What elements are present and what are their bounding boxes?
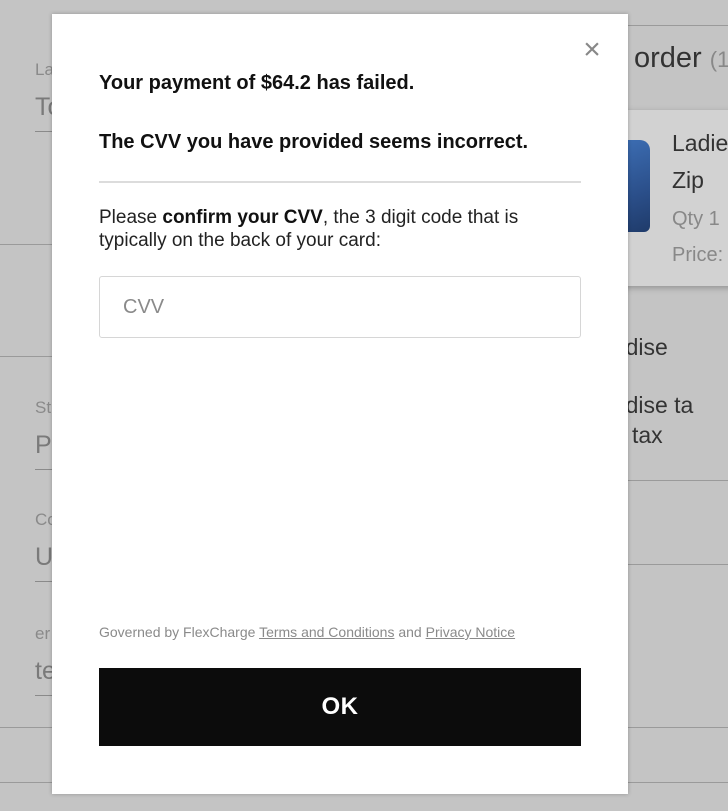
order-title-text: order xyxy=(634,42,702,74)
bg-divider xyxy=(0,782,52,783)
bg-field-value[interactable]: P xyxy=(35,431,52,460)
product-name: Ladie xyxy=(672,130,728,156)
cvv-instructions: Please confirm your CVV, the 3 digit cod… xyxy=(99,206,581,252)
product-name-continued: Zip xyxy=(672,167,704,193)
bg-divider xyxy=(628,782,728,783)
governed-prefix: Governed by FlexCharge xyxy=(99,624,256,640)
bg-divider xyxy=(628,564,728,565)
bg-divider xyxy=(628,727,728,728)
instructions-prefix: Please xyxy=(99,207,163,228)
governed-and: and xyxy=(398,624,422,640)
bg-divider xyxy=(628,480,728,481)
bg-divider xyxy=(0,356,52,357)
bg-divider xyxy=(628,25,728,26)
ok-button[interactable]: OK xyxy=(99,668,581,746)
cvv-input[interactable] xyxy=(99,276,581,338)
terms-link[interactable]: Terms and Conditions xyxy=(259,624,394,640)
bg-field-value[interactable]: U xyxy=(35,543,53,572)
bg-divider xyxy=(0,244,52,245)
dialog-divider xyxy=(99,181,581,183)
instructions-emphasis: confirm your CVV xyxy=(162,207,323,228)
dialog-subtitle: The CVV you have provided seems incorrec… xyxy=(99,131,529,153)
close-icon[interactable]: × xyxy=(578,35,606,65)
product-price: Price: xyxy=(672,244,724,266)
order-count: (1 xyxy=(709,47,728,72)
privacy-link[interactable]: Privacy Notice xyxy=(426,624,515,640)
bg-divider xyxy=(0,727,52,728)
bg-field-label: St xyxy=(35,398,52,417)
governed-by-notice: Governed by FlexCharge Terms and Conditi… xyxy=(99,624,515,640)
product-qty: Qty 1 xyxy=(672,208,720,230)
order-summary-title: order (1 xyxy=(634,42,728,75)
dialog-title: Your payment of $64.2 has failed. xyxy=(99,72,415,94)
bg-field-label: er xyxy=(35,624,51,643)
payment-failed-dialog: × Your payment of $64.2 has failed. The … xyxy=(52,14,628,794)
